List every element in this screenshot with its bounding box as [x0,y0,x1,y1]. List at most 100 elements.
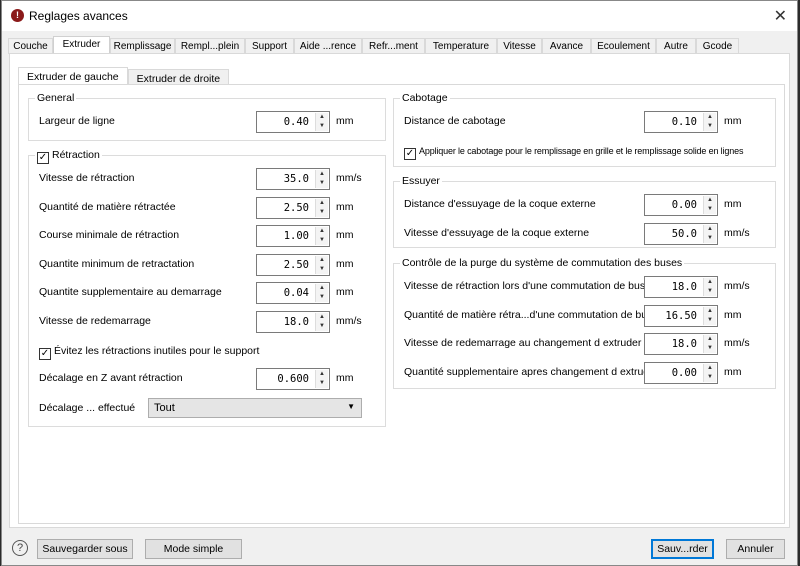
save-button[interactable]: Sauv...rder [651,539,714,559]
help-icon[interactable]: ? [12,540,28,556]
setting-row: Vitesse de rétraction 35.0 ▲ ▼ mm/s [29,168,385,190]
field-label: Quantité supplementaire apres changement… [404,365,659,378]
save-as-button[interactable]: Sauvegarder sous [37,539,133,559]
number-spinbox[interactable]: 0.600 ▲ ▼ [256,368,330,390]
number-spinbox[interactable]: 1.00 ▲ ▼ [256,225,330,247]
tab-1[interactable]: Extruder [53,36,110,54]
spin-value: 0.40 [283,116,309,128]
tab-7[interactable]: Temperature [425,38,497,54]
spin-arrows-icon[interactable]: ▲ ▼ [315,255,328,274]
spin-value: 18.0 [283,315,309,328]
spin-value: 0.10 [671,116,697,128]
spin-arrows-icon[interactable]: ▲ ▼ [703,335,716,353]
spin-value: 50.0 [671,227,697,240]
field-label: Vitesse de redemarrage [39,314,151,327]
tab-8[interactable]: Vitesse [497,38,542,54]
spin-arrows-icon[interactable]: ▲ ▼ [703,306,716,325]
unit-label: mm/s [724,226,750,239]
spin-arrows-icon[interactable]: ▲ ▼ [703,363,716,382]
zhop-when-select[interactable]: Tout ▼ [148,398,362,418]
field-label: Quantité de matière rétra...d'une commut… [404,308,659,321]
tab-0[interactable]: Couche [8,38,53,54]
checkbox-label: Appliquer le cabotage pour le remplissag… [419,146,744,156]
tab-10[interactable]: Ecoulement [591,38,656,54]
number-spinbox[interactable]: 0.10 ▲ ▼ [644,111,718,133]
number-spinbox[interactable]: 18.0 ▲ ▼ [644,333,718,355]
title-bar: ! Reglages avances ✕ [2,1,797,31]
spin-value: 1.00 [283,230,309,242]
number-spinbox[interactable]: 0.04 ▲ ▼ [256,282,330,304]
setting-row: Distance de cabotage 0.10 ▲ ▼ mm [394,111,775,133]
tab-11[interactable]: Autre [656,38,696,54]
unit-label: mm [724,115,742,127]
tab-4[interactable]: Support [245,38,294,54]
unit-label: mm/s [724,337,750,349]
inner-tab-0[interactable]: Extruder de gauche [18,67,128,85]
spin-arrows-icon[interactable]: ▲ ▼ [315,284,328,302]
spin-arrows-icon[interactable]: ▲ ▼ [703,224,716,243]
number-spinbox[interactable]: 50.0 ▲ ▼ [644,222,718,245]
cabotage-apply-checkbox[interactable]: ✓ Appliquer le cabotage pour le remplissa… [394,141,775,163]
simple-mode-button[interactable]: Mode simple [145,539,242,559]
tab-5[interactable]: Aide ...rence [294,38,362,54]
spin-arrows-icon[interactable]: ▲ ▼ [703,278,716,296]
setting-row: Quantité de matière rétractée 2.50 ▲ ▼ mm [29,196,385,219]
field-label: Quantité de matière rétractée [39,200,176,213]
tab-page: Extruder de gauche Extruder de droite Gen… [9,53,790,528]
number-spinbox[interactable]: 2.50 ▲ ▼ [256,196,330,219]
setting-row: Décalage en Z avant rétraction 0.600 ▲ ▼ mm [29,368,385,390]
setting-row: Vitesse de redemarrage 18.0 ▲ ▼ mm/s [29,310,385,333]
number-spinbox[interactable]: 18.0 ▲ ▼ [256,310,330,333]
unit-label: mm [336,372,354,384]
tab-12[interactable]: Gcode [696,38,739,54]
avoid-retraction-checkbox[interactable]: ✓ Évitez les rétractions inutiles pour le… [29,341,385,363]
setting-row: Course minimale de rétraction 1.00 ▲ ▼ mm [29,225,385,247]
group-title: Essuyer [400,175,442,187]
number-spinbox[interactable]: 2.50 ▲ ▼ [256,253,330,276]
unit-label: mm [724,198,742,210]
spin-arrows-icon[interactable]: ▲ ▼ [315,227,328,245]
spin-arrows-icon[interactable]: ▲ ▼ [315,170,328,188]
tab-6[interactable]: Refr...ment [362,38,425,54]
tab-2[interactable]: Remplissage [110,38,175,54]
checkbox[interactable]: ✓ [404,148,416,160]
number-spinbox[interactable]: 16.50 ▲ ▼ [644,304,718,327]
essuyer-group: Essuyer Distance d'essuyage de la coque … [393,175,776,248]
unit-label: mm/s [336,172,362,184]
number-spinbox[interactable]: 0.40 ▲ ▼ [256,111,330,133]
spin-arrows-icon[interactable]: ▲ ▼ [703,113,716,131]
app-icon: ! [11,9,24,22]
spin-arrows-icon[interactable]: ▲ ▼ [315,312,328,331]
field-label: Décalage en Z avant rétraction [39,372,183,384]
cancel-button[interactable]: Annuler [726,539,785,559]
extruder-page: General Largeur de ligne 0.40 ▲ ▼ mm ✓ Rétrac… [18,84,785,524]
tab-3[interactable]: Rempl...plein [175,38,245,54]
field-label: Quantite minimum de retractation [39,257,195,270]
field-label: Vitesse de rétraction lors d'une commuta… [404,280,651,292]
spin-arrows-icon[interactable]: ▲ ▼ [315,113,328,131]
setting-row: Largeur de ligne 0.40 ▲ ▼ mm [29,111,385,133]
unit-label: mm [336,115,354,127]
unit-label: mm [724,308,742,321]
unit-label: mm [336,286,354,298]
close-icon[interactable]: ✕ [774,6,787,26]
number-spinbox[interactable]: 18.0 ▲ ▼ [644,276,718,298]
unit-label: mm [336,229,354,241]
number-spinbox[interactable]: 0.00 ▲ ▼ [644,361,718,384]
field-label: Distance d'essuyage de la coque externe [404,198,596,210]
checkbox[interactable]: ✓ [37,152,49,164]
tab-9[interactable]: Avance [542,38,591,54]
spin-arrows-icon[interactable]: ▲ ▼ [315,198,328,217]
inner-tab-1[interactable]: Extruder de droite [127,69,230,85]
spin-value: 2.50 [283,201,309,214]
window-title: Reglages avances [29,9,128,23]
spin-arrows-icon[interactable]: ▲ ▼ [315,370,328,388]
extruder-tabs: Extruder de gauche Extruder de droite [18,67,230,85]
retraction-toggle[interactable]: ✓ Rétraction [35,149,102,164]
number-spinbox[interactable]: 0.00 ▲ ▼ [644,194,718,216]
setting-row: Vitesse d'essuyage de la coque externe 50… [394,222,775,245]
checkbox[interactable]: ✓ [39,348,51,360]
number-spinbox[interactable]: 35.0 ▲ ▼ [256,168,330,190]
group-title: Rétraction [52,149,100,161]
spin-arrows-icon[interactable]: ▲ ▼ [703,196,716,214]
